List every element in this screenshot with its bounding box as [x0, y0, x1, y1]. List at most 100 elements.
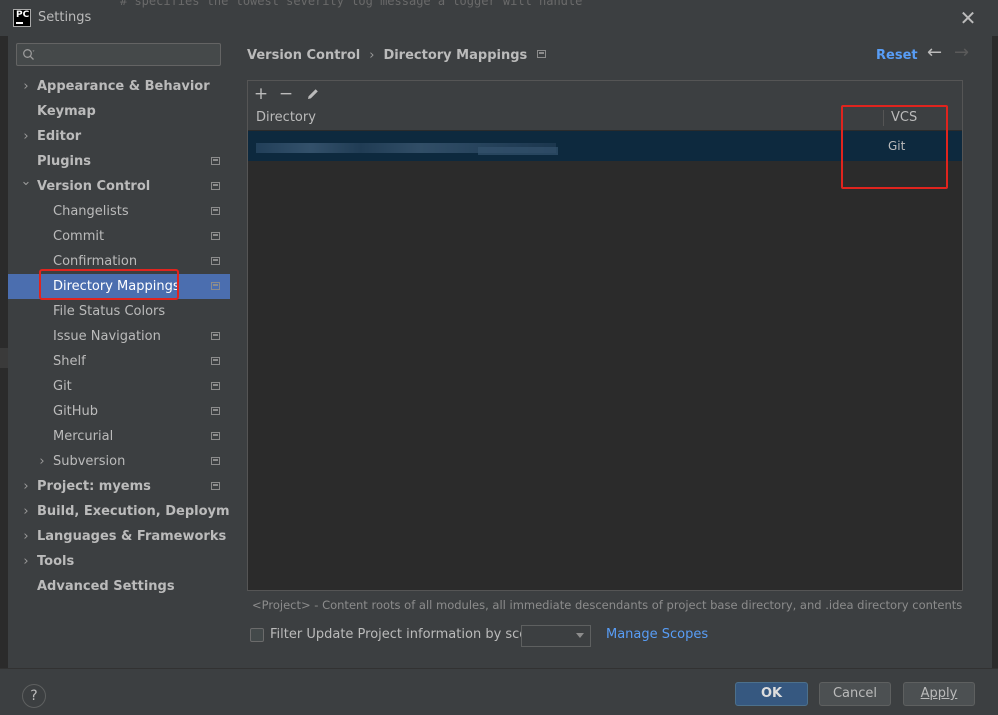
settings-window: # specifies the lowest severity log mess…	[0, 0, 998, 715]
edit-pencil-icon[interactable]	[302, 83, 324, 105]
settings-sidebar: › Appearance & Behavior Keymap › Editor Plugi…	[8, 36, 254, 668]
settings-search-input[interactable]	[16, 43, 221, 66]
sidebar-item-build-execution-deployment[interactable]: › Build, Execution, Deployment	[8, 499, 253, 524]
project-level-icon	[211, 432, 220, 440]
annotation-box-directory-mappings	[39, 269, 179, 300]
remove-icon[interactable]: −	[275, 83, 297, 105]
settings-content: Version Control › Directory Mappings Reset…	[230, 36, 998, 668]
sidebar-item-label: Changelists	[53, 204, 129, 219]
sidebar-item-label: Languages & Frameworks	[37, 529, 227, 544]
project-level-icon	[211, 182, 220, 190]
sidebar-item-label: Version Control	[37, 179, 151, 194]
chevron-right-icon[interactable]: ›	[20, 74, 32, 99]
pycharm-logo-icon: PC	[13, 9, 31, 27]
project-level-icon	[211, 157, 220, 165]
sidebar-item-version-control[interactable]: ⌄ Version Control	[8, 174, 230, 199]
filter-scope-label[interactable]: Filter Update Project information by sco…	[270, 627, 544, 642]
project-level-icon	[211, 357, 220, 365]
chevron-right-icon[interactable]: ›	[20, 124, 32, 149]
sidebar-item-label: Git	[53, 379, 72, 394]
project-level-icon	[211, 332, 220, 340]
dialog-footer: ? OK Cancel Apply	[0, 668, 998, 715]
sidebar-item-shelf[interactable]: Shelf	[8, 349, 230, 374]
sidebar-item-file-status-colors[interactable]: File Status Colors	[8, 299, 230, 324]
background-editor-edge	[0, 36, 8, 668]
project-level-icon	[211, 457, 220, 465]
chevron-right-icon[interactable]: ›	[20, 474, 32, 499]
project-level-icon	[211, 482, 220, 490]
sidebar-item-label: Issue Navigation	[53, 329, 161, 344]
back-arrow-icon[interactable]: ←	[927, 42, 942, 63]
scope-select[interactable]	[521, 625, 591, 647]
cancel-button[interactable]: Cancel	[819, 682, 891, 706]
sidebar-item-appearance-behavior[interactable]: › Appearance & Behavior	[8, 74, 230, 99]
breadcrumb: Version Control › Directory Mappings	[247, 48, 547, 63]
annotation-box-vcs	[841, 105, 948, 189]
project-level-icon	[211, 232, 220, 240]
sidebar-item-label: Build, Execution, Deployment	[37, 504, 254, 519]
filter-scope-checkbox[interactable]	[250, 628, 264, 642]
reset-link[interactable]: Reset	[876, 48, 918, 63]
window-title: Settings	[38, 10, 92, 25]
sidebar-item-mercurial[interactable]: Mercurial	[8, 424, 230, 449]
sidebar-item-commit[interactable]: Commit	[8, 224, 230, 249]
sidebar-item-subversion[interactable]: › Subversion	[8, 449, 230, 474]
sidebar-item-editor[interactable]: › Editor	[8, 124, 230, 149]
apply-button[interactable]: Apply	[903, 682, 975, 706]
project-level-icon	[211, 407, 220, 415]
sidebar-item-label: Advanced Settings	[37, 579, 175, 594]
ok-button[interactable]: OK	[735, 682, 808, 706]
forward-arrow-icon[interactable]: →	[954, 42, 969, 63]
title-bar: # specifies the lowest severity log mess…	[0, 0, 998, 36]
mappings-toolbar: + −	[248, 81, 962, 106]
sidebar-item-label: GitHub	[53, 404, 99, 419]
background-editor-code: # specifies the lowest severity log mess…	[120, 0, 583, 8]
project-note: <Project> - Content roots of all modules…	[252, 598, 963, 612]
background-editor-edge-right	[992, 36, 998, 668]
sidebar-item-github[interactable]: GitHub	[8, 399, 230, 424]
column-header-directory[interactable]: Directory	[256, 106, 316, 130]
sidebar-item-label: Keymap	[37, 104, 96, 119]
sidebar-item-label: Shelf	[53, 354, 86, 369]
project-level-icon	[211, 257, 220, 265]
sidebar-item-label: Tools	[37, 554, 75, 569]
breadcrumb-directory-mappings: Directory Mappings	[383, 48, 528, 63]
sidebar-item-directory-mappings[interactable]: Directory Mappings	[8, 269, 230, 300]
sidebar-item-keymap[interactable]: Keymap	[8, 99, 230, 124]
sidebar-item-label: Appearance & Behavior	[37, 79, 210, 94]
sidebar-item-changelists[interactable]: Changelists	[8, 199, 230, 224]
chevron-down-icon	[576, 633, 584, 638]
sidebar-item-plugins[interactable]: Plugins	[8, 149, 230, 174]
project-level-icon	[211, 207, 220, 215]
sidebar-item-git[interactable]: Git	[8, 374, 230, 399]
sidebar-item-project-myems[interactable]: › Project: myems	[8, 474, 230, 499]
sidebar-item-label: Editor	[37, 129, 82, 144]
sidebar-item-languages-frameworks[interactable]: › Languages & Frameworks	[8, 524, 230, 549]
chevron-right-icon[interactable]: ›	[36, 449, 48, 474]
chevron-right-icon[interactable]: ›	[20, 524, 32, 549]
sidebar-item-label: Mercurial	[53, 429, 114, 444]
sidebar-item-label: Project: myems	[37, 479, 151, 494]
add-icon[interactable]: +	[250, 83, 272, 105]
project-level-icon	[211, 382, 220, 390]
chevron-right-icon[interactable]: ›	[20, 499, 32, 524]
chevron-right-icon[interactable]: ›	[20, 549, 32, 574]
sidebar-item-advanced-settings[interactable]: Advanced Settings	[8, 574, 230, 599]
sidebar-item-label: Commit	[53, 229, 105, 244]
breadcrumb-version-control[interactable]: Version Control	[247, 48, 360, 63]
project-level-icon	[211, 282, 220, 290]
chevron-down-icon[interactable]: ⌄	[20, 169, 32, 194]
sidebar-item-tools[interactable]: › Tools	[8, 549, 230, 574]
settings-tree: › Appearance & Behavior Keymap › Editor Plugi…	[8, 74, 254, 599]
sidebar-item-issue-navigation[interactable]: Issue Navigation	[8, 324, 230, 349]
search-icon	[23, 49, 35, 60]
mappings-panel: + − Directory VCS Git	[247, 80, 963, 591]
help-button[interactable]: ?	[22, 684, 46, 708]
sidebar-item-label: Subversion	[53, 454, 126, 469]
table-row[interactable]: Git	[248, 105, 962, 189]
sidebar-item-label: Plugins	[37, 154, 91, 169]
sidebar-item-label: File Status Colors	[53, 304, 166, 319]
close-icon[interactable]: ✕	[956, 6, 980, 30]
manage-scopes-link[interactable]: Manage Scopes	[606, 627, 708, 642]
project-level-icon	[537, 50, 547, 58]
